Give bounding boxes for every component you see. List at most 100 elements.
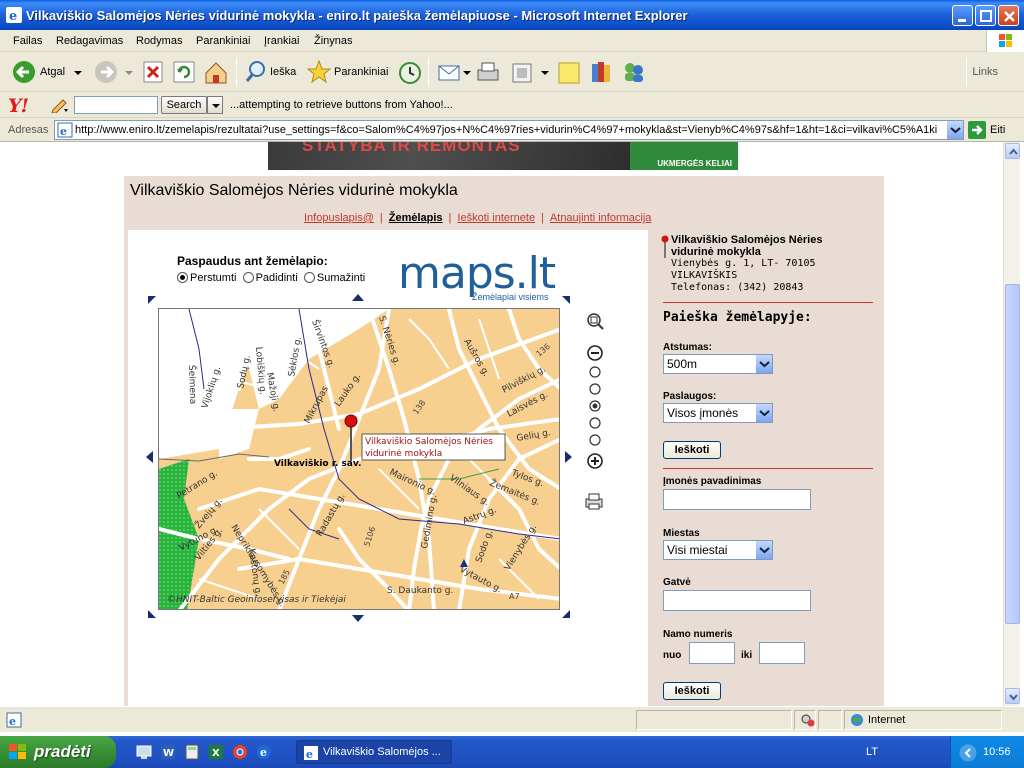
print-icon[interactable] [474, 56, 502, 88]
pencil-icon[interactable] [50, 97, 70, 113]
zoom-out-icon[interactable] [586, 344, 604, 362]
house-from-input[interactable] [689, 642, 735, 664]
address-url: http://www.eniro.lt/zemelapis/rezultatai… [75, 124, 938, 136]
nav-info-link[interactable]: Infopuslapis@ [304, 212, 374, 224]
vertical-scrollbar[interactable] [1003, 142, 1020, 706]
back-button-label[interactable]: Atgal [40, 66, 65, 78]
scroll-up-button[interactable] [1005, 143, 1020, 159]
print-map-icon[interactable] [584, 492, 604, 510]
menu-file[interactable]: Failas [13, 35, 42, 47]
menu-tools[interactable]: Įrankiai [264, 35, 299, 47]
quicklaunch-ie-icon[interactable]: e [256, 744, 272, 760]
radio-pan[interactable] [177, 272, 188, 283]
taskbar-ie-window[interactable]: e Vilkaviškio Salomėjos ... [296, 740, 452, 764]
zoom-step[interactable] [589, 383, 601, 395]
pan-down-icon[interactable] [351, 614, 365, 624]
house-to-input[interactable] [759, 642, 805, 664]
zoom-step[interactable] [589, 434, 601, 446]
mail-icon[interactable] [436, 56, 464, 88]
zoom-step[interactable] [589, 417, 601, 429]
go-button-label[interactable]: Eiti [990, 124, 1005, 136]
house-to-label: iki [741, 650, 753, 661]
corner-se-icon[interactable] [560, 608, 572, 620]
language-indicator[interactable]: LT [866, 746, 878, 758]
search-button-label[interactable]: Ieška [270, 66, 296, 78]
menu-view[interactable]: Rodymas [136, 35, 182, 47]
address-dropdown[interactable] [946, 121, 963, 139]
radio-zoomin-label[interactable]: Padidinti [256, 272, 298, 284]
yahoo-search-button[interactable]: Search [161, 96, 207, 114]
popup-blocked-icon[interactable] [800, 713, 816, 727]
quicklaunch-desktop-icon[interactable] [136, 744, 152, 760]
radio-zoomout-label[interactable]: Sumažinti [317, 272, 365, 284]
zoom-step[interactable] [589, 366, 601, 378]
location-pin-icon[interactable] [344, 414, 358, 428]
street-input[interactable] [663, 590, 811, 611]
favorites-star-icon[interactable] [306, 56, 332, 88]
city-select[interactable]: Visi miestai [663, 540, 773, 560]
radio-zoomin[interactable] [242, 272, 254, 283]
yahoo-search-input[interactable] [74, 96, 158, 114]
menu-edit[interactable]: Redagavimas [56, 35, 123, 47]
zoom-in-icon[interactable] [586, 452, 604, 470]
search-icon[interactable] [244, 56, 268, 88]
forward-dropdown-icon[interactable] [124, 56, 134, 88]
search-map-button[interactable]: Ieškoti [663, 441, 721, 459]
scroll-thumb[interactable] [1005, 284, 1020, 624]
search-company-button[interactable]: Ieškoti [663, 682, 721, 700]
home-icon[interactable] [202, 56, 230, 88]
quicklaunch-chrome-icon[interactable] [232, 744, 248, 760]
nav-search-internet-link[interactable]: Ieškoti internete [457, 212, 535, 224]
distance-select[interactable]: 500m [663, 354, 773, 374]
messenger-icon[interactable] [620, 56, 648, 88]
radio-zoomout[interactable] [303, 272, 315, 283]
favorites-button-label[interactable]: Parankiniai [334, 66, 388, 78]
menu-help[interactable]: Žinynas [314, 35, 353, 47]
corner-sw-icon[interactable] [146, 608, 158, 620]
forward-arrow-icon[interactable] [92, 56, 120, 88]
distance-value: 500m [667, 357, 698, 371]
corner-ne-icon[interactable] [560, 294, 572, 306]
zoom-level-slider[interactable] [588, 366, 602, 450]
map-canvas[interactable]: Širvintos g. Lobiškių g. Šeimena Vijokli… [158, 308, 560, 610]
nav-map-link[interactable]: Žemėlapis [389, 212, 443, 224]
edit-dropdown-icon[interactable] [540, 56, 550, 88]
quicklaunch-word-icon[interactable]: W [160, 744, 176, 760]
refresh-icon[interactable] [172, 56, 196, 88]
address-input[interactable]: e http://www.eniro.lt/zemelapis/rezultat… [54, 120, 964, 140]
pan-right-icon[interactable] [564, 450, 574, 464]
window-title-bar[interactable]: e Vilkaviškio Salomėjos Nėries vidurinė … [0, 0, 1024, 30]
quicklaunch-excel-icon[interactable]: X [208, 744, 224, 760]
history-icon[interactable] [396, 56, 424, 88]
company-name-input[interactable] [663, 489, 811, 510]
discuss-note-icon[interactable] [556, 56, 582, 88]
street-label: Sodo g. [474, 529, 495, 564]
advertisement-banner[interactable]: STATYBA IR REMONTAS UKMERGĖS KELIAI [268, 142, 738, 170]
maximize-button[interactable] [975, 5, 996, 26]
services-select[interactable]: Visos įmonės [663, 403, 773, 423]
research-books-icon[interactable] [588, 56, 614, 88]
radio-pan-label[interactable]: Perstumti [190, 272, 236, 284]
pan-left-icon[interactable] [144, 450, 154, 464]
nav-update-link[interactable]: Atnaujinti informacija [550, 212, 652, 224]
links-toolbar-label[interactable]: Links [972, 66, 998, 78]
menu-favorites[interactable]: Parankiniai [196, 35, 250, 47]
pan-up-icon[interactable] [351, 292, 365, 302]
minimize-button[interactable] [952, 5, 973, 26]
back-arrow-icon[interactable] [10, 56, 38, 88]
yahoo-search-dropdown[interactable] [207, 96, 223, 114]
tray-back-icon[interactable] [959, 744, 977, 762]
close-button[interactable] [998, 5, 1019, 26]
yahoo-logo[interactable]: Y! [8, 95, 29, 117]
street-map[interactable]: Širvintos g. Lobiškių g. Šeimena Vijokli… [159, 309, 560, 610]
start-button[interactable]: pradėti [0, 736, 116, 768]
stop-icon[interactable] [142, 56, 164, 88]
mail-dropdown-icon[interactable] [462, 56, 472, 88]
corner-nw-icon[interactable] [146, 294, 158, 306]
quicklaunch-calculator-icon[interactable] [184, 744, 200, 760]
go-arrow-icon[interactable] [968, 121, 986, 139]
scroll-down-button[interactable] [1005, 688, 1020, 704]
back-dropdown-icon[interactable] [72, 56, 84, 88]
zoom-magnifier-icon[interactable] [584, 310, 606, 332]
edit-page-icon[interactable] [510, 56, 534, 88]
